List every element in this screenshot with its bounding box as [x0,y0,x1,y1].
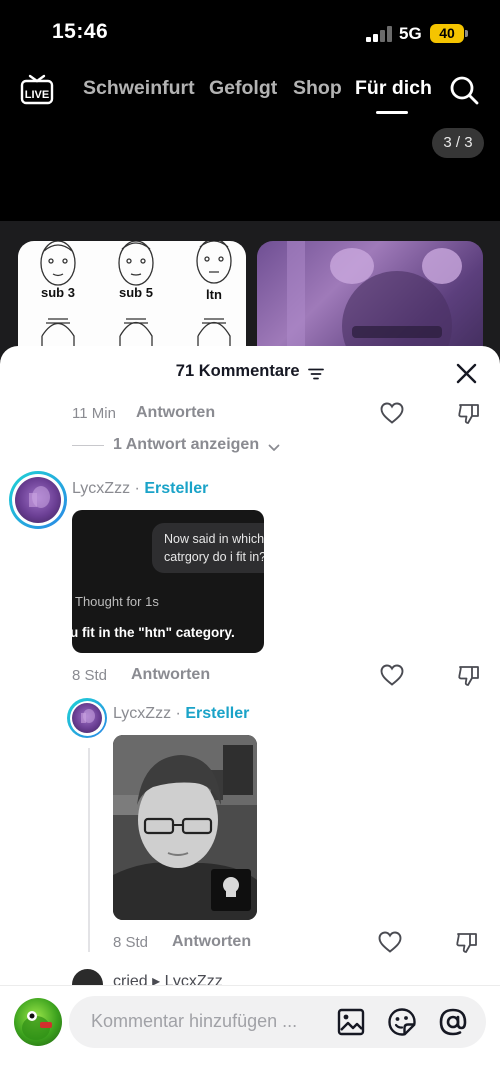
comments-header: 71 Kommentare [0,362,500,381]
comment-input[interactable]: Kommentar hinzufügen ... [69,996,486,1048]
active-tab-indicator [376,111,408,114]
reply-button[interactable]: Antworten [131,666,210,684]
heart-icon[interactable] [380,664,404,686]
media-counter: 3 / 3 [432,128,484,158]
dislike-icon[interactable] [457,664,481,688]
creator-badge: Ersteller [144,480,209,497]
comment-time: 11 Min [72,405,116,422]
image-icon[interactable] [337,1008,365,1036]
close-icon[interactable] [456,363,477,384]
comment-placeholder: Kommentar hinzufügen ... [91,1011,298,1031]
bubble-text-line2: catrgory do i fit in? [164,550,264,564]
separator: · [175,705,181,722]
signal-icon [366,26,392,42]
emoji-sticker-icon[interactable] [387,1007,417,1037]
comment-author[interactable]: LycxZzz · Ersteller [113,705,249,723]
comment-input-bar: Kommentar hinzufügen ... [0,985,500,1083]
bubble-text-line1: Now said in which [164,532,264,546]
status-bar: 15:46 5G 40 [0,0,500,62]
avatar[interactable] [9,471,67,529]
avatar[interactable] [67,698,107,738]
avatar[interactable] [14,998,62,1046]
comments-count-title: 71 Kommentare [175,362,300,381]
tab-for-you[interactable]: Für dich [355,77,432,100]
chevron-down-icon [268,440,280,451]
tab-following[interactable]: Gefolgt [209,77,277,100]
thought-label: Thought for 1s [75,594,159,609]
comment-time: 8 Std [72,667,108,684]
replies-divider [72,445,104,446]
reply-thread-line [88,748,90,952]
comment-image-selfie[interactable] [113,735,257,920]
battery-icon: 40 [430,24,464,43]
show-replies-label: 1 Antwort anzeigen [113,436,260,453]
tab-shop[interactable]: Shop [293,77,342,100]
mention-at-icon[interactable] [438,1007,468,1037]
answer-text: u fit in the "htn" category. [72,625,235,640]
reply-button[interactable]: Antworten [136,404,215,422]
tab-schweinfurt[interactable]: Schweinfurt [83,77,195,100]
comment-image-chat-screenshot[interactable]: Now said in which catrgory do i fit in? … [72,510,264,653]
username: LycxZzz [72,480,131,497]
search-icon[interactable] [449,75,479,105]
chat-bubble: Now said in which catrgory do i fit in? [152,523,264,573]
comment-author[interactable]: LycxZzz · Ersteller [72,480,208,498]
live-label: LIVE [25,89,49,101]
comment-time: 8 Std [113,934,149,951]
dislike-icon[interactable] [455,931,479,955]
battery-tip [465,30,468,37]
top-navigation: LIVE Schweinfurt Gefolgt Shop Für dich [0,62,500,122]
heart-icon[interactable] [380,402,404,424]
heart-icon[interactable] [378,931,402,953]
thumb-label-sub5: sub 5 [119,285,153,300]
network-type: 5G [399,24,422,43]
thumb-label-ltn: ltn [206,287,222,302]
status-time: 15:46 [52,20,109,43]
comments-sheet: 71 Kommentare 11 Min Antworten 1 Antwort… [0,346,500,1083]
live-tv-icon[interactable]: LIVE [20,72,54,106]
separator: · [134,480,140,497]
reply-button[interactable]: Antworten [172,933,251,951]
dislike-icon[interactable] [457,402,481,426]
thumb-label-sub3: sub 3 [41,285,75,300]
filter-sort-icon[interactable] [308,366,325,380]
username: LycxZzz [113,705,172,722]
creator-badge: Ersteller [185,705,250,722]
